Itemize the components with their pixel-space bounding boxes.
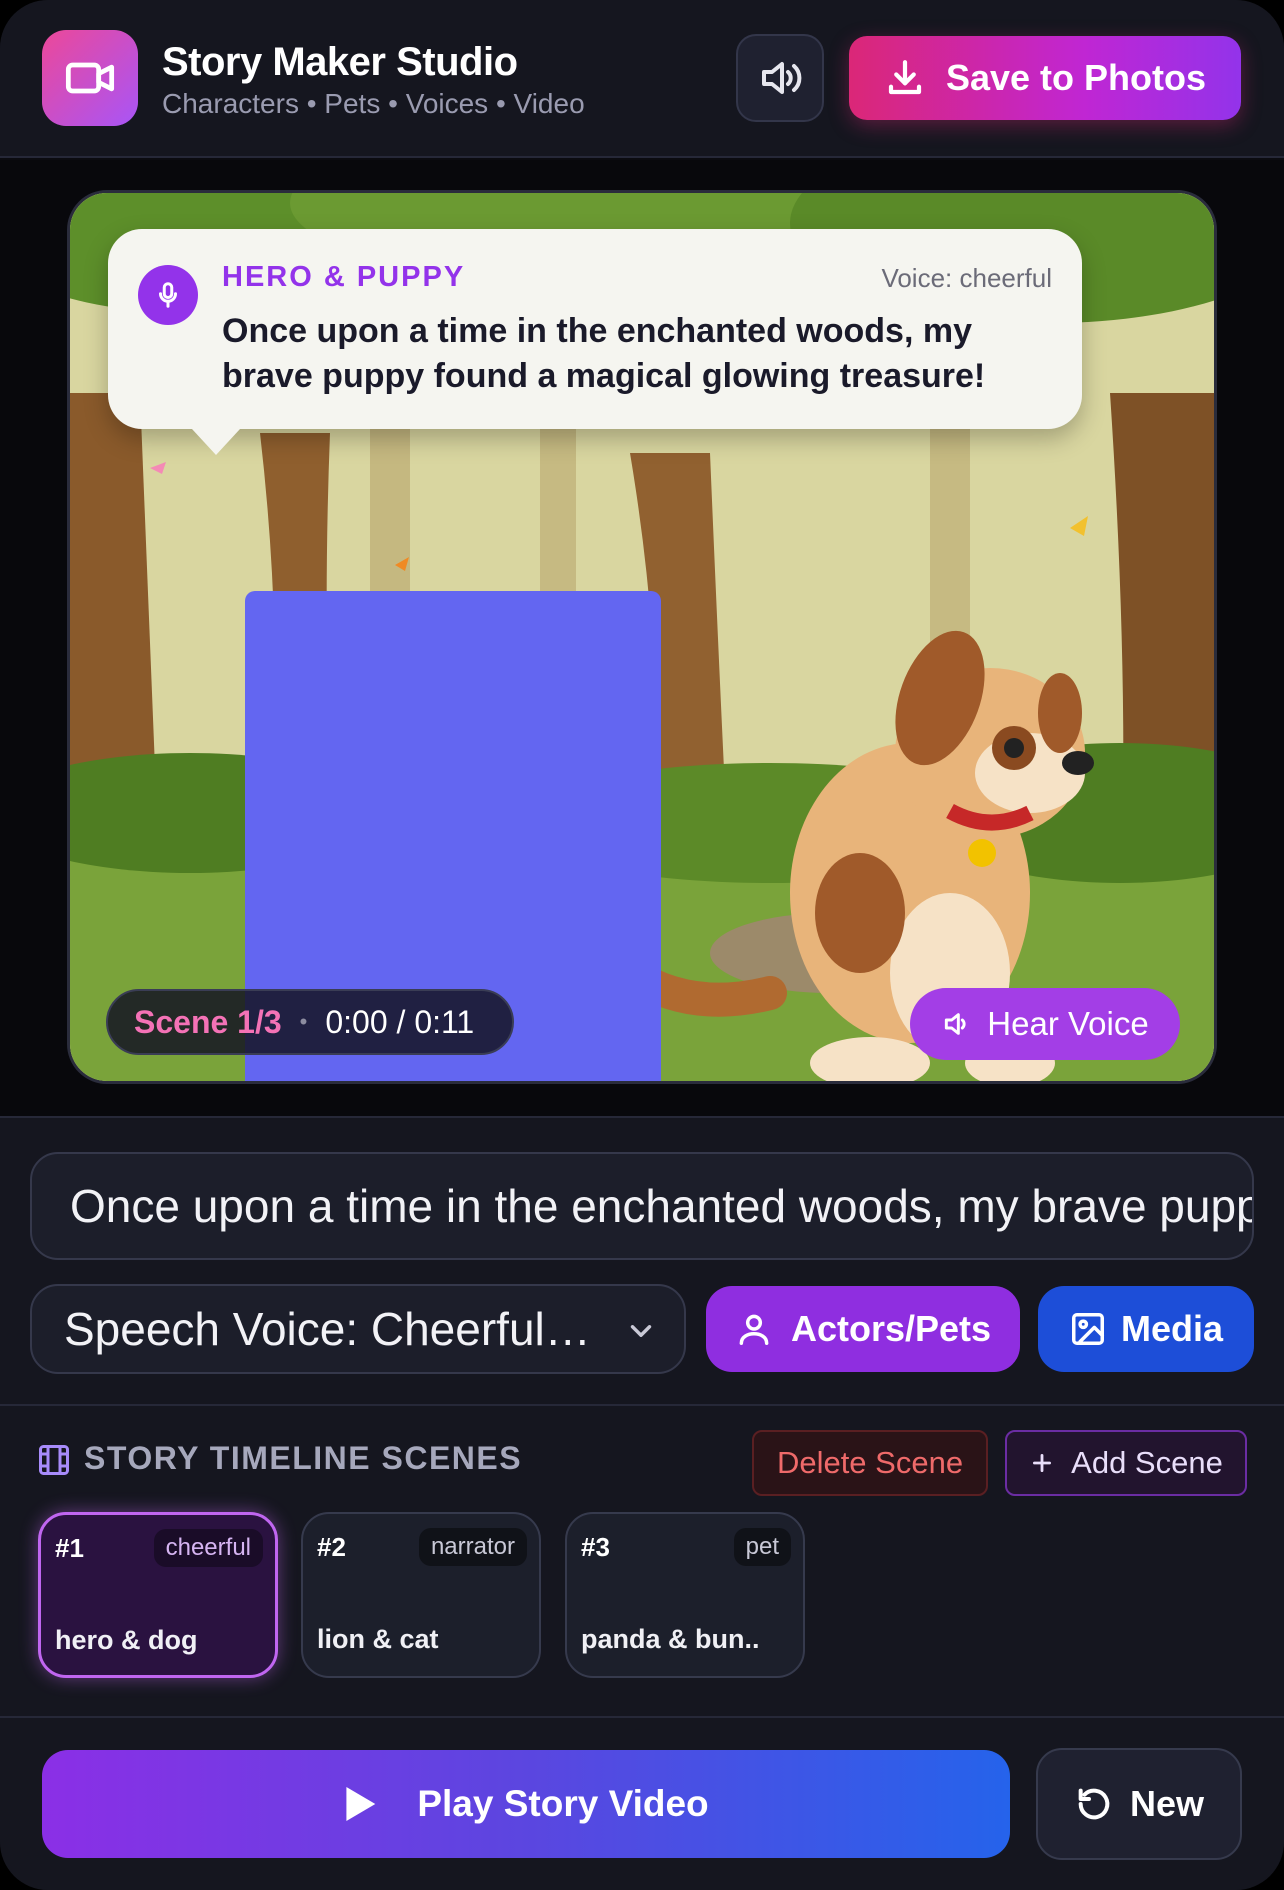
save-to-photos-button[interactable]: Save to Photos [849,36,1241,120]
add-scene-button[interactable]: Add Scene [1005,1430,1247,1496]
actors-pets-button[interactable]: Actors/Pets [706,1286,1020,1372]
story-text-input[interactable]: Once upon a time in the enchanted woods,… [30,1152,1254,1260]
scene-voice-tag: narrator [418,1528,527,1566]
refresh-icon [1078,1788,1110,1820]
hear-voice-button[interactable]: Hear Voice [910,988,1180,1060]
scene-card[interactable]: #2 narrator lion & cat [301,1512,541,1678]
voice-select-value: Speech Voice: Cheerful… [64,1303,591,1355]
new-label: New [1129,1783,1205,1824]
actors-pets-label: Actors/Pets [790,1308,992,1349]
scene-number: #3 [581,1532,610,1562]
new-story-button[interactable]: New [1036,1748,1242,1860]
play-story-video-button[interactable]: Play Story Video [42,1750,1010,1858]
film-icon [39,1445,69,1475]
play-story-label: Play Story Video [417,1783,709,1824]
timeline-title: STORY TIMELINE SCENES [84,1440,523,1476]
scene-characters: lion & cat [317,1624,439,1654]
user-icon [739,1314,769,1345]
media-button[interactable]: Media [1038,1286,1254,1372]
scene-progress-pill: Scene 1/3 • 0:00 / 0:11 [106,989,514,1055]
video-camera-icon [65,62,115,94]
app-subtitle: Characters • Pets • Voices • Video [162,88,585,119]
bubble-tail [192,429,240,455]
scene-characters: hero & dog [55,1625,198,1655]
scene-voice-tag: cheerful [153,1529,263,1567]
scene-characters: panda & bun.. [581,1624,760,1654]
app-window: Story Maker Studio Characters • Pets • V… [0,0,1284,1890]
image-icon [1071,1313,1104,1345]
separator-dot: • [299,1009,308,1034]
app-title: Story Maker Studio [162,40,518,84]
hear-voice-label: Hear Voice [987,1005,1149,1042]
scene-counter: Scene 1/3 [134,1003,282,1040]
microphone-icon [159,282,177,308]
microphone-badge [138,265,198,325]
speaker-icon [762,62,802,94]
scene-number: #1 [55,1533,84,1563]
story-timeline: STORY TIMELINE SCENES Delete Scene Add S… [0,1404,1284,1716]
playback-time: 0:00 / 0:11 [325,1003,475,1040]
scene-number: #2 [317,1532,346,1562]
play-icon [346,1787,376,1821]
video-preview[interactable]: HERO & PUPPY Voice: cheerful Once upon a… [67,190,1217,1084]
editor-controls: Once upon a time in the enchanted woods,… [0,1116,1284,1404]
delete-scene-button[interactable]: Delete Scene [752,1430,988,1496]
chevron-down-icon [630,1325,652,1337]
speech-caption: Once upon a time in the enchanted woods,… [222,312,986,395]
speaker-icon [945,1013,966,1035]
scene-card[interactable]: #1 cheerful hero & dog [38,1512,278,1678]
media-label: Media [1120,1308,1224,1349]
app-logo [42,30,138,126]
footer-actions: Play Story Video New [0,1716,1284,1890]
speech-voice-select[interactable]: Speech Voice: Cheerful… [30,1284,686,1374]
speaker-name: HERO & PUPPY [222,261,466,293]
header: Story Maker Studio Characters • Pets • V… [0,0,1284,158]
voice-tag: Voice: cheerful [881,263,1052,293]
download-icon [888,60,922,95]
plus-icon [1033,1454,1052,1472]
save-label: Save to Photos [945,57,1207,98]
sound-toggle-button[interactable] [736,34,824,122]
scene-voice-tag: pet [733,1528,791,1566]
add-scene-label: Add Scene [1071,1445,1223,1480]
scene-card[interactable]: #3 pet panda & bun.. [565,1512,805,1678]
speech-bubble: HERO & PUPPY Voice: cheerful Once upon a… [108,229,1082,429]
